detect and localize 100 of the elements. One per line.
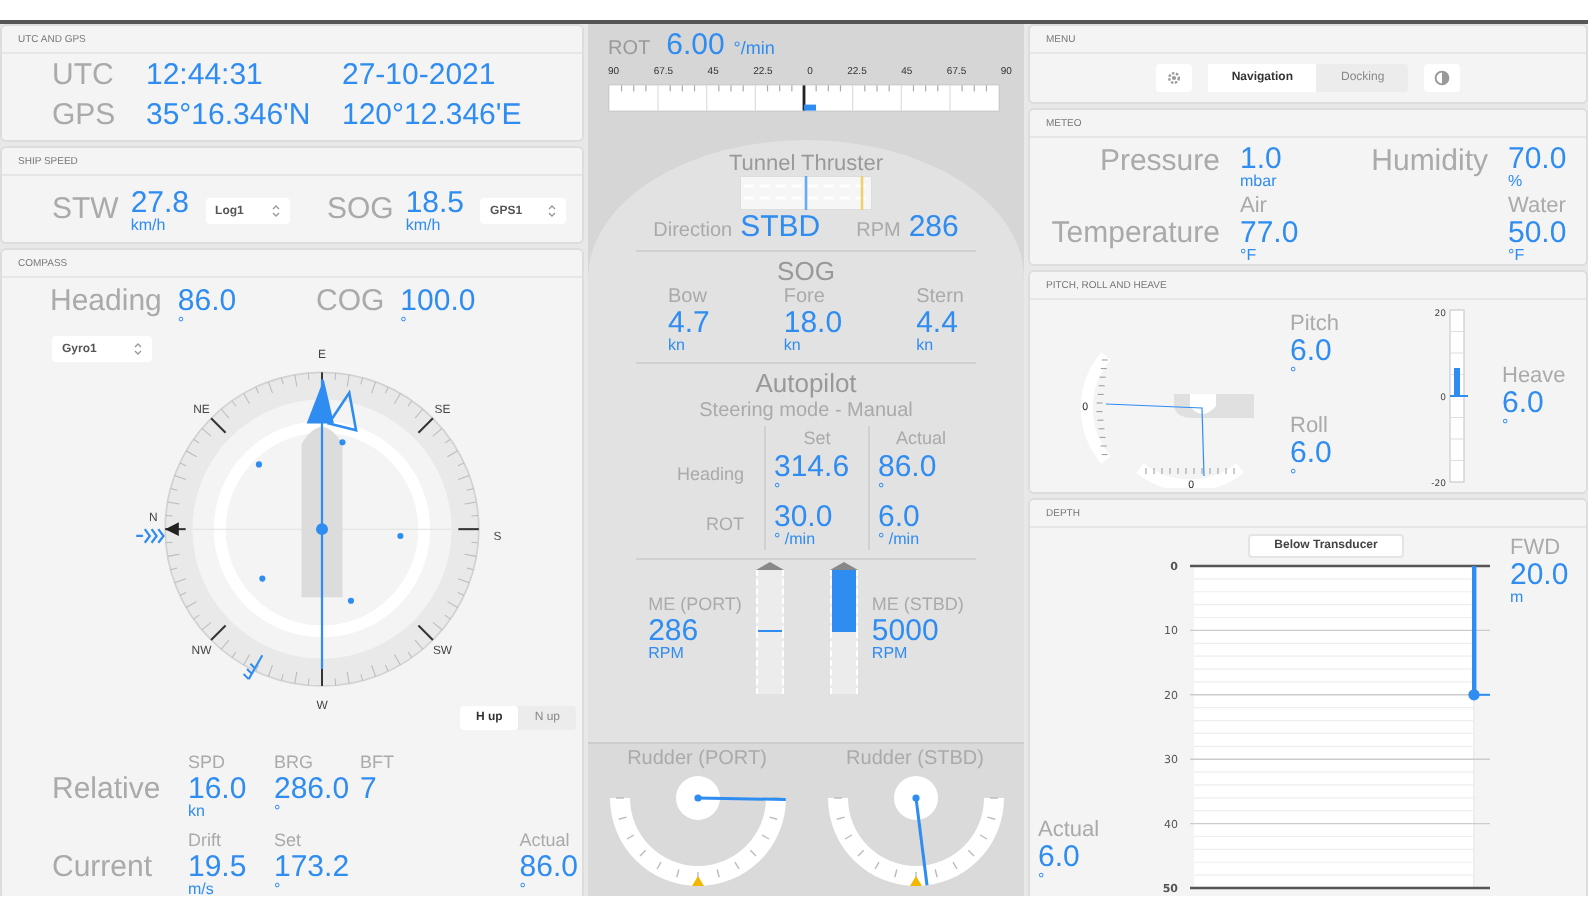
value-text: 86.0 [177, 286, 237, 316]
field-label: Actual [519, 831, 572, 852]
value-text: 6.0 [878, 501, 922, 532]
legend-label: FWD [1510, 536, 1563, 561]
unit-text: km/h [405, 218, 443, 234]
field-label: Fore [783, 286, 827, 309]
chevron-icon [272, 204, 281, 218]
field-label: SOG [326, 194, 394, 228]
unit-text: ° [274, 803, 283, 820]
value-text: 35°16.346'N [146, 99, 313, 132]
value-text: 286.0 [274, 773, 352, 804]
value-text: 27-10-2021 [342, 60, 498, 93]
wind-barb-icon [242, 654, 264, 681]
value-text: 6.0 [1290, 336, 1334, 367]
value-text: 86.0 [519, 851, 578, 882]
field-label: UTC [52, 60, 116, 93]
field-label: Temperature [1049, 218, 1222, 254]
unit-text: ° /min [774, 531, 818, 548]
unit-text: kn [783, 338, 803, 355]
field-label: Heading [50, 286, 162, 322]
field-label: Relative [52, 774, 163, 807]
value-text: 6.0 [1502, 388, 1546, 419]
pitch-gauge [1080, 352, 1111, 464]
field-label: Actual [1038, 818, 1102, 843]
unit-text: ° /min [878, 531, 922, 548]
unit-text: ° [274, 881, 283, 896]
unit-text: °/min [733, 38, 775, 58]
chevron-icon [547, 204, 556, 218]
attitude-lines [1105, 403, 1205, 477]
field-label: GPS [52, 99, 118, 132]
field-label: Bow [668, 286, 709, 309]
field-label: Set [274, 831, 304, 852]
unit-text: mbar [1240, 174, 1279, 190]
field-label: Direction [653, 220, 733, 243]
field-label: Drift [188, 831, 223, 852]
ship-cross-section [1190, 394, 1216, 415]
value-text: 70.0 [1508, 144, 1569, 174]
value-text: 314.6 [774, 451, 852, 482]
value-text: 100.0 [400, 286, 476, 316]
value-text: 20.0 [1510, 560, 1569, 591]
unit-text: ° [400, 316, 409, 332]
value-text: 50.0 [1508, 218, 1569, 249]
value-text: 173.2 [274, 851, 352, 882]
value-text: 6.00 [666, 28, 725, 62]
field-label: ROT [608, 38, 651, 60]
unit-text: kn [668, 338, 687, 355]
field-label: Roll [1290, 414, 1330, 439]
unit-text: % [1508, 174, 1525, 190]
field-label: ME (PORT) [648, 595, 742, 616]
north-marker-icon [165, 522, 179, 536]
unit-text: ° [177, 316, 187, 332]
value-text: 27.8 [130, 188, 190, 218]
marker-dot [339, 439, 346, 446]
unit-text: kn [188, 803, 207, 820]
value-text: 1.0 [1240, 144, 1284, 174]
contrast-button[interactable] [1424, 64, 1461, 92]
section-title: SOG [777, 258, 835, 287]
marker-dot [397, 532, 404, 540]
field-label: Heave [1502, 364, 1566, 389]
field-label: Humidity [1369, 146, 1490, 182]
value-text: 30.0 [774, 501, 835, 532]
settings-icon [1165, 70, 1182, 86]
unit-text: ° [1038, 872, 1047, 889]
value-text: 120°12.346'E [342, 99, 524, 132]
field-label: COG [316, 286, 385, 322]
half-circle-icon [1434, 70, 1451, 86]
section-title: Autopilot [755, 370, 857, 400]
value-text: 5000 [871, 615, 939, 646]
marker-dot [259, 575, 266, 582]
field-label: Current [52, 851, 155, 885]
field-label: BRG [274, 754, 316, 774]
unit-text: ° [774, 481, 783, 498]
unit-text: ° [519, 881, 528, 896]
value-text: 6.0 [1038, 842, 1082, 873]
value-text: 7 [360, 773, 379, 804]
column-header: Actual [868, 425, 972, 450]
value-text: 18.5 [405, 188, 465, 218]
field-label: Air [1240, 194, 1269, 219]
unit-text: ° [1502, 418, 1511, 435]
row-label: ROT [704, 512, 746, 537]
chevron-arrows-icon [135, 528, 165, 544]
row-label: Heading [674, 462, 746, 487]
field-label: ME (STBD) [871, 595, 964, 616]
roll-gauge [1136, 463, 1244, 489]
field-label: STW [52, 194, 119, 228]
field-label: RPM [856, 220, 901, 243]
field-label: BFT [360, 754, 396, 774]
field-label: Stern [916, 286, 964, 309]
marker-dot [255, 461, 262, 468]
value-text: 286 [908, 212, 959, 243]
depth-bar [1472, 566, 1477, 695]
unit-text: RPM [648, 645, 686, 662]
unit-text: °F [1240, 248, 1259, 265]
mode-text: Steering mode - Manual [699, 399, 913, 422]
value-text: 86.0 [878, 451, 939, 482]
unit-text: m/s [188, 881, 216, 896]
value-text: 4.4 [916, 308, 960, 339]
value-text: 286 [648, 615, 699, 646]
value-text: 18.0 [783, 308, 843, 339]
settings-button[interactable] [1155, 64, 1192, 92]
